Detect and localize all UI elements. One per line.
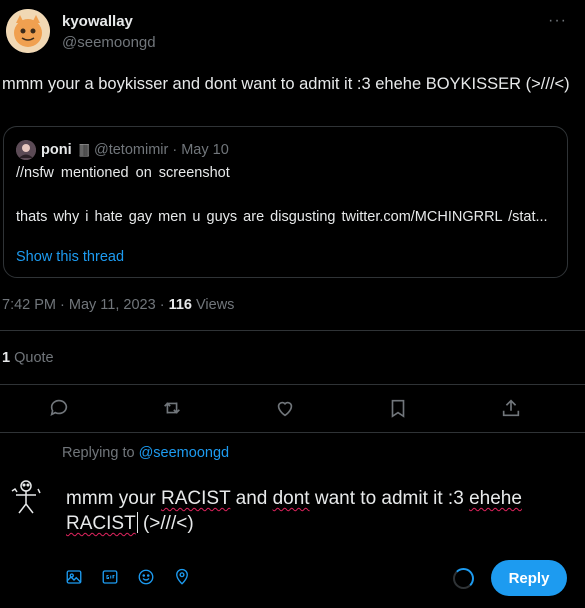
emoji-icon[interactable] [137,568,157,588]
reply-input[interactable]: mmm your RACIST and dont want to admit i… [66,486,576,536]
quote-count-label: Quote [10,350,54,366]
tweet-timestamp: 7:42 PM · May 11, 2023 · 116 Views [2,297,234,313]
reply-text-misspelled: RACIST [161,488,231,509]
replying-prefix: Replying to [62,445,139,461]
quoted-avatar[interactable] [16,140,36,160]
badge-icon: 🀫 [79,142,90,157]
divider [0,432,585,433]
quoted-author-name: poni [41,142,72,158]
reply-text-misspelled: ehehe [469,488,522,509]
tweet-text: mmm your a boykisser and dont want to ad… [2,75,570,93]
image-icon[interactable] [65,568,85,588]
tweet-author-avatar[interactable] [6,9,50,53]
divider [0,330,585,331]
views-count: 116 [168,297,192,313]
retweet-icon[interactable] [161,397,185,421]
reply-text-misspelled: dont [272,488,310,509]
quoted-meta: @tetomimir · May 10 [94,142,229,158]
location-icon[interactable] [173,568,193,588]
quoted-text-line1: //nsfw mentioned on screenshot [16,165,230,181]
more-options-icon[interactable]: ··· [548,12,567,30]
divider [0,384,585,385]
gif-icon[interactable] [101,568,121,588]
reply-text: (>///<) [137,513,194,534]
quote-count[interactable]: 1 Quote [2,350,54,366]
like-icon[interactable] [274,397,298,421]
reply-text: want to admit it :3 [309,488,470,509]
quoted-text-line2: thats why i hate gay men u guys are disg… [16,209,548,225]
views-label: Views [191,297,235,313]
time-date[interactable]: 7:42 PM · May 11, 2023 · [2,297,169,313]
reply-text: mmm your [66,488,161,509]
show-thread-link[interactable]: Show this thread [16,249,124,265]
author-name[interactable]: kyowallay [62,13,133,30]
quoted-tweet[interactable]: poni 🀫 @tetomimir · May 10 //nsfw mentio… [3,126,568,278]
reply-button[interactable]: Reply [491,560,567,596]
user-avatar[interactable] [6,476,46,516]
replying-to: Replying to @seemoongd [62,445,229,461]
bookmark-icon[interactable] [387,397,411,421]
reply-text: and [230,488,273,509]
reply-icon[interactable] [48,397,72,421]
share-icon[interactable] [500,397,524,421]
character-count-progress [453,568,474,589]
author-handle[interactable]: @seemoongd [62,34,156,51]
reply-text-misspelled: RACIST [66,513,136,534]
replying-to-handle[interactable]: @seemoongd [139,445,230,461]
quote-count-number: 1 [2,350,11,366]
